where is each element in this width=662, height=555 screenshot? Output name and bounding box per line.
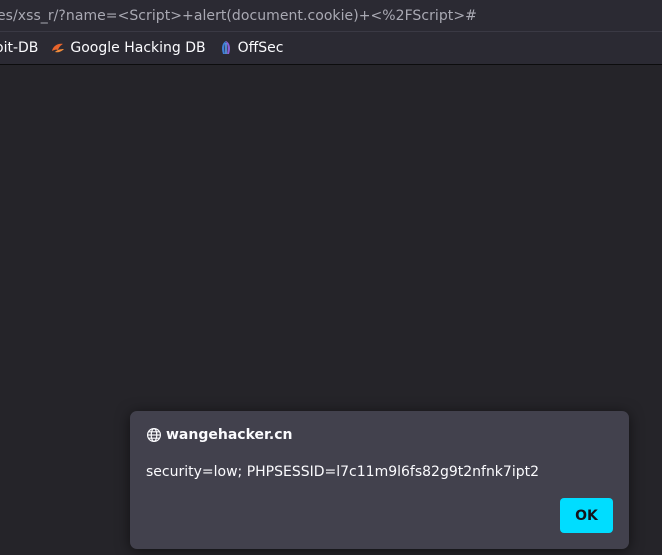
dialog-origin: wangehacker.cn (146, 427, 293, 443)
google-hacking-db-icon (50, 40, 66, 56)
bookmark-offsec[interactable]: OffSec (218, 36, 284, 60)
browser-window: es/xss_r/?name=<Script>+alert(document.c… (0, 0, 662, 555)
dialog-message: security=low; PHPSESSID=l7c11m9l6fs82g9t… (146, 464, 539, 480)
bookmark-label: Google Hacking DB (70, 40, 206, 56)
bookmarks-toolbar: oit-DB Google Hacking DB OffSec (0, 31, 662, 65)
bookmark-label: oit-DB (0, 40, 39, 56)
globe-icon (146, 427, 162, 443)
dialog-origin-label: wangehacker.cn (166, 427, 293, 443)
url-bar[interactable]: es/xss_r/?name=<Script>+alert(document.c… (0, 0, 662, 31)
ok-button[interactable]: OK (560, 498, 613, 533)
bookmark-exploit-db[interactable]: oit-DB (0, 36, 38, 60)
url-text[interactable]: es/xss_r/?name=<Script>+alert(document.c… (0, 8, 477, 24)
alert-dialog: wangehacker.cn security=low; PHPSESSID=l… (130, 411, 629, 549)
bookmark-label: OffSec (237, 40, 284, 56)
offsec-icon (218, 40, 234, 56)
bookmark-google-hacking-db[interactable]: Google Hacking DB (50, 36, 206, 60)
